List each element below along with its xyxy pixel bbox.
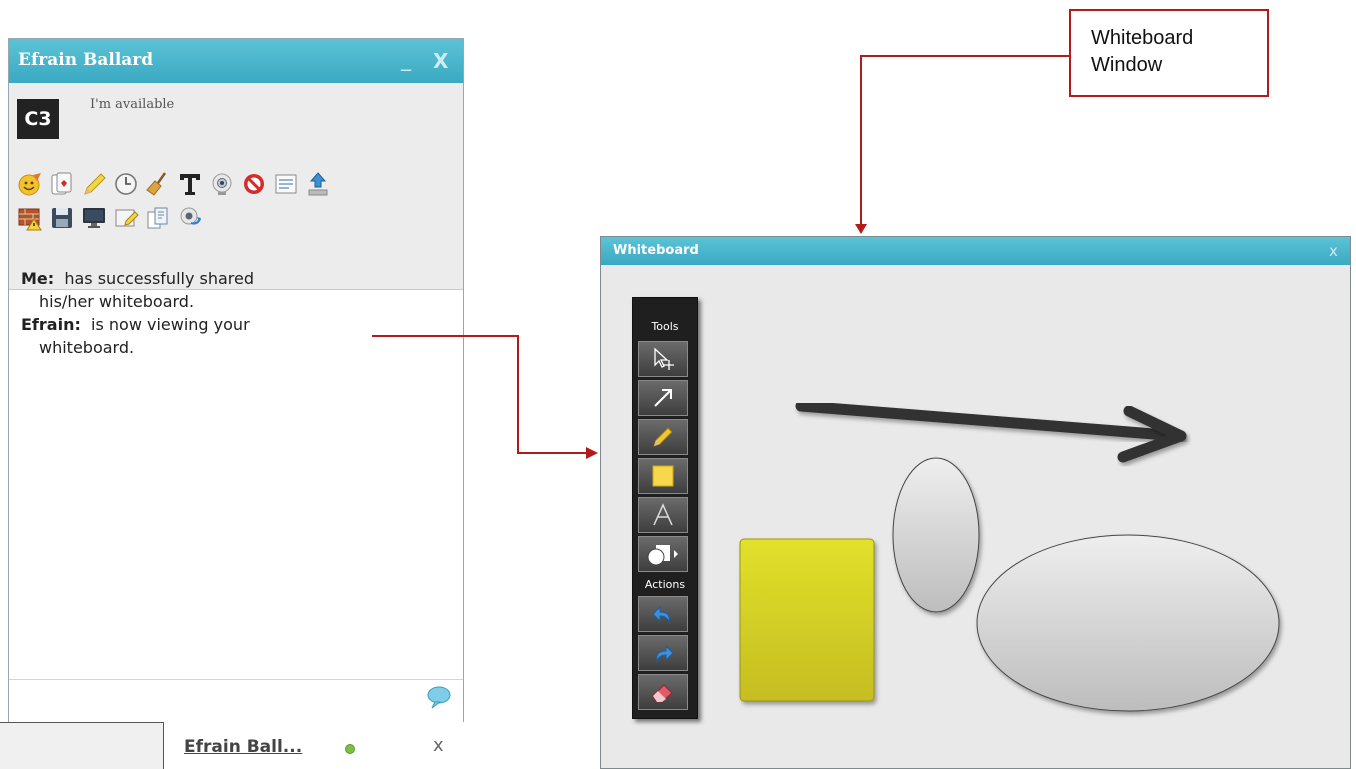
arrow-tool-icon	[654, 389, 672, 407]
ellipse-shape-large[interactable]	[976, 534, 1280, 712]
tools-section-label: Tools	[651, 320, 679, 333]
note-tool-button[interactable]	[638, 458, 688, 494]
ellipse-shape-small[interactable]	[892, 457, 980, 613]
undo-button[interactable]	[638, 596, 688, 632]
eraser-icon	[652, 684, 673, 703]
arrow-tool-button[interactable]	[638, 380, 688, 416]
note-tool-icon	[652, 465, 674, 487]
text-tool-icon	[653, 503, 673, 526]
pencil-tool-icon	[653, 427, 673, 447]
annotation-arrow-line	[372, 335, 588, 454]
select-move-icon	[654, 347, 674, 370]
redo-button[interactable]	[638, 635, 688, 671]
whiteboard-title: Whiteboard	[613, 243, 699, 258]
whiteboard-canvas[interactable]	[601, 265, 1350, 768]
text-tool-button[interactable]	[638, 497, 688, 533]
redo-icon	[656, 644, 674, 663]
shapes-tool-button[interactable]	[638, 536, 688, 572]
sticky-note-shape[interactable]	[739, 538, 875, 702]
select-move-button[interactable]	[638, 341, 688, 377]
whiteboard-close-button[interactable]: x	[1329, 242, 1338, 260]
annotation-arrowhead	[855, 224, 867, 234]
shapes-tool-icon	[647, 545, 678, 566]
pencil-tool-button[interactable]	[638, 419, 688, 455]
whiteboard-window: Whiteboard x Tools Actions	[600, 236, 1351, 769]
arrow-shape[interactable]	[795, 400, 1185, 442]
annotation-arrowhead	[586, 447, 598, 459]
annotation-arrow-line	[860, 55, 1069, 228]
actions-section-label: Actions	[644, 578, 686, 591]
whiteboard-titlebar[interactable]: Whiteboard x	[601, 237, 1350, 265]
whiteboard-toolbar: Tools Actions	[632, 297, 698, 719]
undo-icon	[652, 605, 670, 624]
eraser-button[interactable]	[638, 674, 688, 710]
